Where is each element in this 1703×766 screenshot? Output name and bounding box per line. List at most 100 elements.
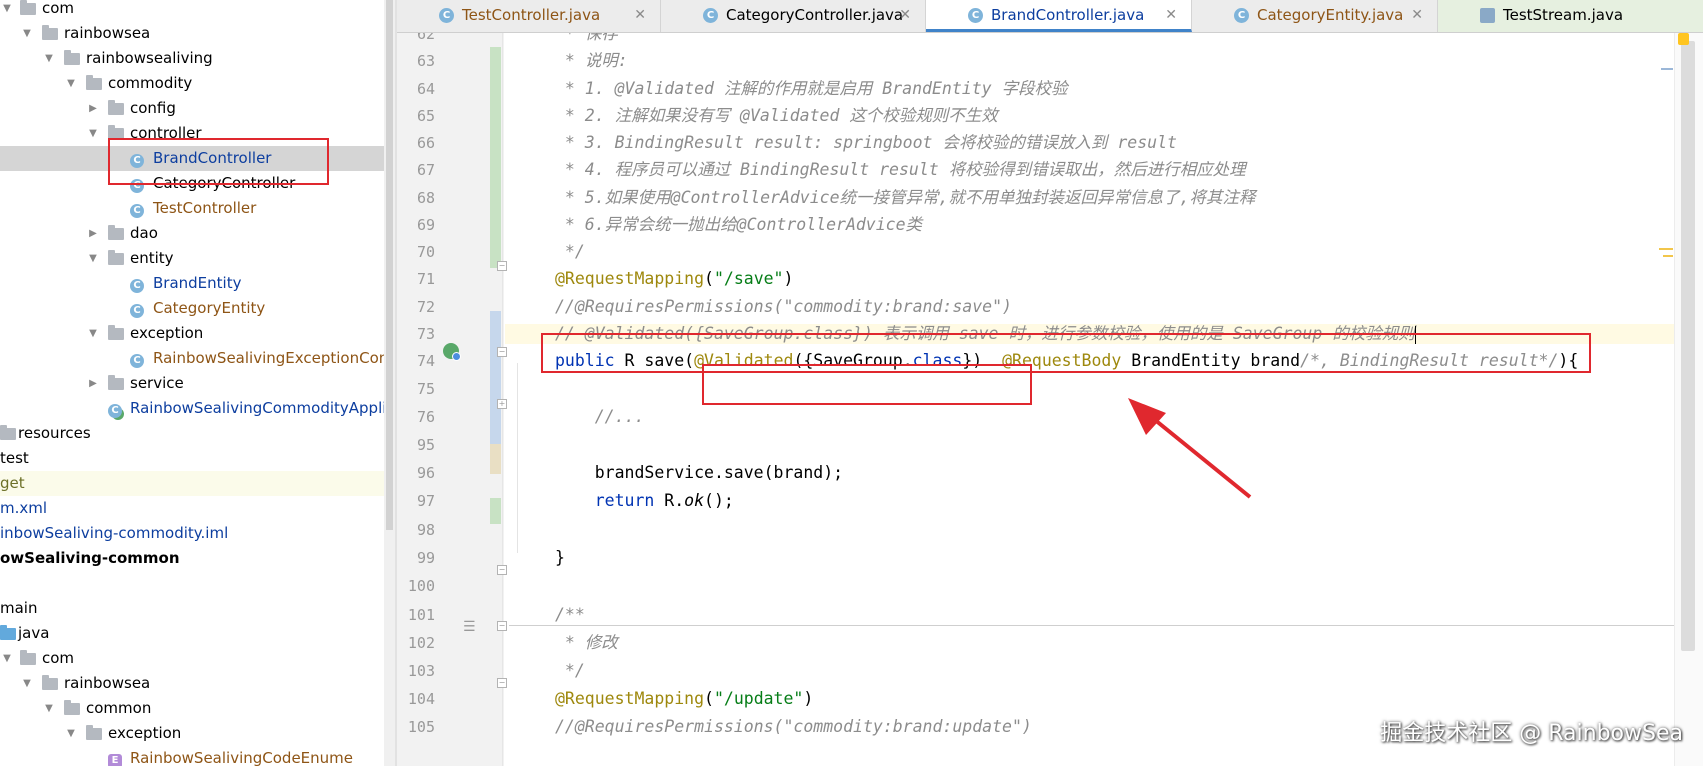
fold-marker-icon[interactable]: − <box>497 261 507 271</box>
tree-item[interactable]: E RainbowSealivingCodeEnume <box>0 746 384 766</box>
chevron-down-icon[interactable]: ▼ <box>0 646 14 671</box>
line-number: 75 <box>416 380 435 398</box>
tree-item-label: rainbowsea <box>64 24 151 42</box>
tree-item[interactable]: ▼ com <box>0 0 384 21</box>
class-icon: C <box>439 8 454 23</box>
tree-item[interactable]: ▼ exception <box>0 721 384 746</box>
chevron-down-icon[interactable]: ▼ <box>86 121 100 146</box>
tree-item[interactable]: inbowSealiving-commodity.iml <box>0 521 384 546</box>
tree-item[interactable]: ▶ dao <box>0 221 384 246</box>
class-icon: C <box>1234 8 1249 23</box>
tab-category-entity[interactable]: C CategoryEntity.java ✕ <box>1192 0 1438 32</box>
line-number: 76 <box>416 408 435 426</box>
annotation-token: @RequestMapping <box>555 689 705 708</box>
chevron-down-icon[interactable]: ▼ <box>20 671 34 696</box>
tree-item[interactable]: ▼ commodity <box>0 71 384 96</box>
line-number: 62 <box>416 33 435 43</box>
tree-item[interactable]: owSealiving-common <box>0 546 384 571</box>
chevron-down-icon[interactable]: ▼ <box>0 0 14 21</box>
code-line: */ <box>555 242 585 261</box>
tab-test-controller[interactable]: C TestController.java ✕ <box>397 0 661 32</box>
folder-icon <box>86 71 102 98</box>
tree-item[interactable]: ▼ rainbowsea <box>0 21 384 46</box>
tree-item[interactable]: ▼ rainbowsea <box>0 671 384 696</box>
tree-item[interactable]: C CategoryEntity <box>0 296 384 321</box>
scrollbar-thumb[interactable] <box>386 0 393 530</box>
close-icon[interactable]: ✕ <box>634 0 646 30</box>
tree-item-label: main <box>0 599 38 617</box>
tab-category-controller[interactable]: C CategoryController.java ✕ <box>661 0 926 32</box>
tree-item-label: inbowSealiving-commodity.iml <box>0 524 229 542</box>
tree-item-label: RainbowSealivingExceptionContr <box>153 349 384 367</box>
tree-item[interactable]: main <box>0 596 384 621</box>
tree-item[interactable]: ▶ service <box>0 371 384 396</box>
tab-brand-controller[interactable]: C BrandController.java ✕ <box>926 0 1192 32</box>
tree-item-label: m.xml <box>0 499 48 517</box>
code-editor[interactable]: 62 63 64 65 66 67 68 69 70 71 72 73 74 7… <box>397 33 1703 766</box>
fold-marker-icon[interactable]: − <box>497 678 507 688</box>
fold-marker-icon[interactable]: − <box>497 347 507 357</box>
fold-marker-icon[interactable]: − <box>497 565 507 575</box>
chevron-down-icon[interactable]: ▼ <box>86 246 100 271</box>
tree-item[interactable]: C TestController <box>0 196 384 221</box>
editor-scrollbar[interactable] <box>1674 33 1703 766</box>
tree-item[interactable]: ▶ config <box>0 96 384 121</box>
tree-item[interactable] <box>0 571 384 596</box>
project-tree-scrollbar[interactable] <box>384 0 395 766</box>
scrollbar-thumb[interactable] <box>1681 41 1695 651</box>
close-icon[interactable]: ✕ <box>1411 0 1423 30</box>
tree-item[interactable]: java <box>0 621 384 646</box>
chevron-down-icon[interactable]: ▼ <box>86 321 100 346</box>
line-number: 104 <box>407 690 435 708</box>
tree-item-label: rainbowsealiving <box>86 49 213 67</box>
chevron-down-icon[interactable]: ▼ <box>42 46 56 71</box>
tree-item[interactable]: ▼ com <box>0 646 384 671</box>
tree-item[interactable]: get <box>0 471 384 496</box>
tree-item[interactable]: C RainbowSealivingExceptionContr <box>0 346 384 371</box>
tree-item-label: owSealiving-common <box>0 549 180 567</box>
tree-item[interactable]: C RainbowSealivingCommodityApplica <box>0 396 384 421</box>
line-number: 98 <box>416 521 435 539</box>
project-tree-panel: ▼ com ▼ rainbowsea ▼ rainbowsealiving ▼ commodi… <box>0 0 384 766</box>
chevron-down-icon[interactable]: ▼ <box>42 696 56 721</box>
code-line: * 说明: <box>555 51 628 70</box>
line-number: 101 <box>407 606 435 624</box>
tree-item-label: test <box>0 449 29 467</box>
code-line: /** <box>555 605 585 624</box>
change-stripe <box>1661 68 1673 70</box>
code-line: //@RequiresPermissions("commodity:brand:… <box>555 297 1012 316</box>
warning-indicator-icon[interactable] <box>1678 33 1689 45</box>
chevron-right-icon[interactable]: ▶ <box>86 221 100 246</box>
chevron-down-icon[interactable]: ▼ <box>20 21 34 46</box>
tree-item[interactable]: ▼ exception <box>0 321 384 346</box>
highlight-box-comment <box>541 333 1591 373</box>
tree-item[interactable]: m.xml <box>0 496 384 521</box>
arrow-pointer-icon <box>1128 398 1252 499</box>
tree-item[interactable]: C BrandEntity <box>0 271 384 296</box>
tree-item[interactable]: ▼ rainbowsealiving <box>0 46 384 71</box>
chevron-down-icon[interactable]: ▼ <box>64 721 78 746</box>
folder-icon <box>64 46 80 73</box>
doc-comment-icon[interactable]: ☰ <box>463 619 476 635</box>
chevron-right-icon[interactable]: ▶ <box>86 371 100 396</box>
tree-item[interactable]: ▼ entity <box>0 246 384 271</box>
highlight-box-brand-controller <box>108 138 329 185</box>
tab-test-stream[interactable]: TestStream.java <box>1438 0 1703 32</box>
code-token: ) <box>783 269 794 288</box>
tree-item[interactable]: test <box>0 446 384 471</box>
tree-item-label: config <box>130 99 176 117</box>
fold-expand-icon[interactable]: + <box>497 399 507 409</box>
tree-item[interactable]: resources <box>0 421 384 446</box>
close-icon[interactable]: ✕ <box>1165 0 1177 30</box>
folder-icon <box>108 246 124 273</box>
fold-marker-icon[interactable]: − <box>497 621 507 631</box>
close-icon[interactable]: ✕ <box>899 0 911 30</box>
stream-file-icon <box>1480 8 1495 23</box>
chevron-down-icon[interactable]: ▼ <box>64 71 78 96</box>
tree-item[interactable]: ▼ common <box>0 696 384 721</box>
keyword-token: return <box>555 491 655 510</box>
chevron-right-icon[interactable]: ▶ <box>86 96 100 121</box>
tree-item-label: CategoryEntity <box>153 299 266 317</box>
line-number: 97 <box>416 492 435 510</box>
spring-mapping-icon[interactable] <box>443 343 461 361</box>
